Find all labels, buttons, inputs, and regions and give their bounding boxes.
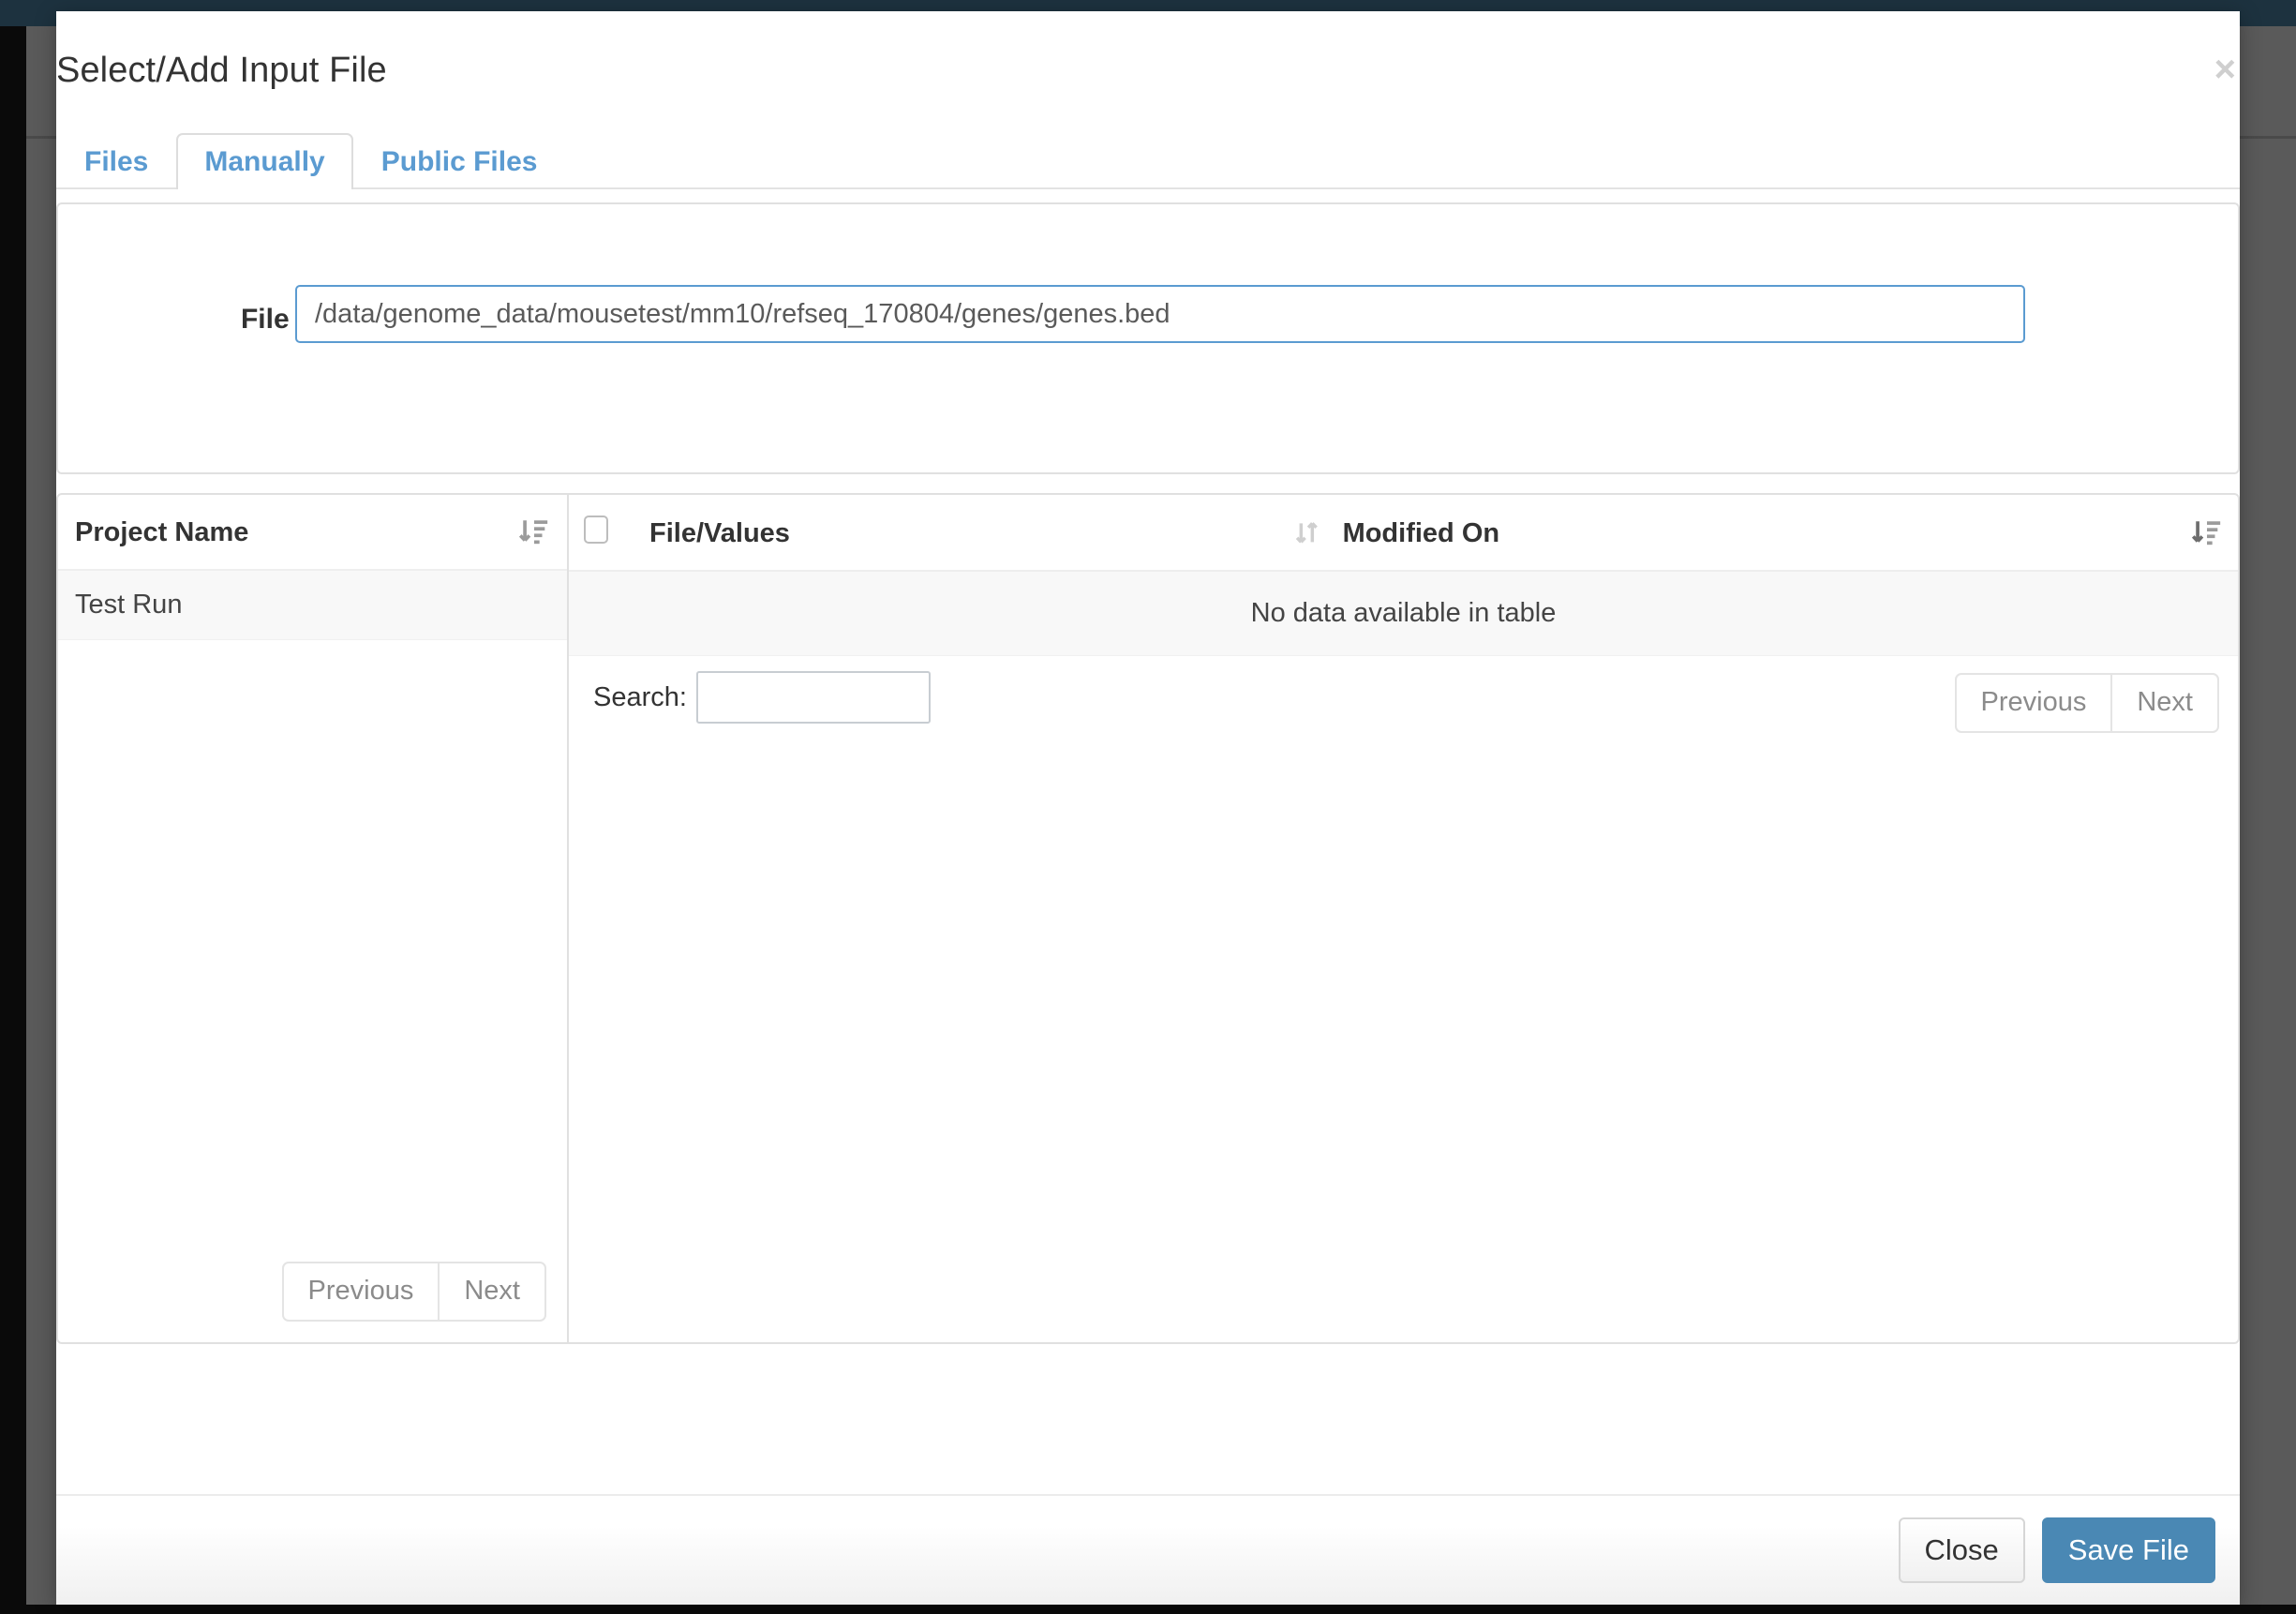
sort-amount-desc-icon[interactable] (2187, 517, 2223, 549)
file-values-header-label: File/Values (649, 517, 790, 548)
file-next-button[interactable]: Next (2111, 673, 2219, 733)
tab-manually[interactable]: Manually (176, 133, 353, 189)
dialog-body: Files Manually Public Files File Path Pr… (56, 131, 2240, 1494)
tab-bar: Files Manually Public Files (56, 131, 2240, 189)
file-previous-button[interactable]: Previous (1954, 673, 2112, 733)
project-next-button[interactable]: Next (439, 1262, 546, 1322)
file-browser-split: Project Name Test Run Previous Next File… (56, 493, 2240, 1344)
checkbox-icon[interactable] (584, 516, 608, 544)
close-icon[interactable]: × (2214, 51, 2236, 88)
modified-on-column-header[interactable]: Modified On (1276, 495, 2172, 572)
sort-amount-desc-icon[interactable] (518, 516, 550, 548)
search-label: Search: (593, 681, 687, 712)
empty-table-message: No data available in table (569, 571, 2238, 656)
project-name-header-label: Project Name (75, 517, 249, 547)
dialog-footer: Close Save File (56, 1494, 2240, 1605)
file-list-pane: File/Values Modified On No data availabl… (569, 495, 2238, 1342)
file-values-column-header[interactable]: File/Values (634, 495, 1277, 572)
modified-on-sort-column-header[interactable] (2172, 495, 2238, 572)
project-previous-button[interactable]: Previous (281, 1262, 440, 1322)
project-name-cell[interactable]: Test Run (58, 570, 567, 640)
file-table: File/Values Modified On No data availabl… (569, 495, 2238, 656)
tab-public-files[interactable]: Public Files (353, 133, 566, 187)
save-file-button[interactable]: Save File (2041, 1517, 2215, 1584)
manual-entry-panel: File Path (56, 202, 2240, 474)
file-search-row: Search: (593, 671, 931, 724)
modified-on-header-label: Modified On (1342, 517, 1500, 548)
dialog-header: Select/Add Input File × (56, 11, 2240, 131)
project-name-column-header[interactable]: Project Name (58, 495, 567, 571)
file-table-header-row: File/Values Modified On (569, 495, 2238, 572)
select-add-input-file-dialog: Select/Add Input File × Files Manually P… (56, 11, 2240, 1605)
dialog-title: Select/Add Input File (56, 51, 387, 90)
tab-files[interactable]: Files (56, 133, 176, 187)
file-pagination: Previous Next (1954, 673, 2219, 733)
table-row[interactable]: Test Run (58, 570, 567, 640)
project-pagination: Previous Next (281, 1262, 546, 1322)
close-button[interactable]: Close (1898, 1517, 2025, 1584)
project-table-header-row: Project Name (58, 495, 567, 571)
empty-table-row: No data available in table (569, 571, 2238, 656)
file-path-input[interactable] (295, 285, 2025, 343)
select-all-column-header (569, 495, 634, 572)
project-table: Project Name Test Run (58, 495, 567, 640)
search-input[interactable] (695, 671, 931, 724)
sort-both-icon[interactable] (1292, 518, 1322, 548)
project-list-pane: Project Name Test Run Previous Next (58, 495, 569, 1342)
